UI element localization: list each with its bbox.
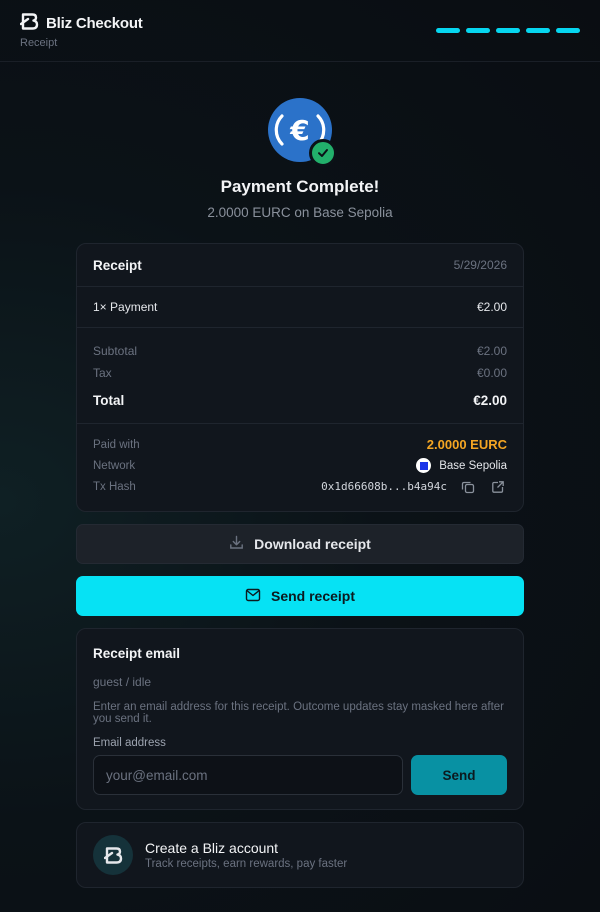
tx-hash-label: Tx Hash <box>93 480 136 493</box>
app-title: Bliz Checkout <box>46 15 143 32</box>
download-receipt-label: Download receipt <box>254 536 371 552</box>
subtotal-label: Subtotal <box>93 344 138 358</box>
paid-with-label: Paid with <box>93 438 140 451</box>
tx-hash: 0x1d66608b...b4a94c <box>321 478 507 496</box>
line-item: 1× Payment €2.00 <box>77 287 523 328</box>
mail-icon <box>245 588 261 605</box>
network-row: Network Base Sepolia <box>93 455 507 476</box>
tax-row: Tax €0.00 <box>93 362 507 384</box>
create-account-title: Create a Bliz account <box>145 840 279 856</box>
create-account-subtitle: Track receipts, earn rewards, pay faster <box>145 858 348 870</box>
total-row: Total €2.00 <box>93 393 507 408</box>
receipt-email-card: Receipt email guest / idle Enter an emai… <box>76 628 524 810</box>
send-receipt-button[interactable]: Send receipt <box>76 576 524 616</box>
app-header: Bliz Checkout Receipt <box>0 0 600 62</box>
send-receipt-label: Send receipt <box>270 588 356 604</box>
email-form: Send <box>93 755 507 795</box>
network-value: Base Sepolia <box>416 458 507 473</box>
total-label: Total <box>93 393 125 408</box>
total-value: €2.00 <box>473 393 507 408</box>
check-icon <box>309 139 337 167</box>
create-account-text: Create a Bliz account Track receipts, ea… <box>145 840 347 870</box>
receipt-email-title: Receipt email <box>93 646 181 661</box>
subtotal-value: €2.00 <box>476 344 507 358</box>
network-label: Network <box>93 459 136 472</box>
receipt-title: Receipt <box>93 257 142 273</box>
progress-step <box>526 28 550 33</box>
progress-step <box>556 28 580 33</box>
tx-hash-row: Tx Hash 0x1d66608b...b4a94c <box>93 476 507 497</box>
progress-step <box>436 28 460 33</box>
app-subtitle: Receipt <box>20 36 58 49</box>
email-status: guest / idle <box>93 675 152 689</box>
base-network-icon <box>416 458 432 473</box>
email-description: Enter an email address for this receipt.… <box>93 701 505 725</box>
progress-step <box>466 28 490 33</box>
network-name: Base Sepolia <box>439 459 507 472</box>
payment-status: € Payment Complete! 2.0000 EURC on Base … <box>0 97 600 220</box>
receipt-card: Receipt 5/29/2026 1× Payment €2.00 Subto… <box>76 243 524 512</box>
tx-hash-value: 0x1d66608b...b4a94c <box>321 480 447 493</box>
brand: Bliz Checkout Receipt <box>19 12 143 49</box>
progress-steps <box>436 28 580 33</box>
receipt-date: 5/29/2026 <box>453 258 507 272</box>
email-field-label: Email address <box>93 737 166 749</box>
send-email-button[interactable]: Send <box>411 755 507 795</box>
progress-step <box>496 28 520 33</box>
line-item-amount: €2.00 <box>476 300 507 314</box>
tax-value: €0.00 <box>476 366 507 380</box>
download-receipt-button[interactable]: Download receipt <box>76 524 524 564</box>
email-input[interactable] <box>93 755 403 795</box>
paid-with-value: 2.0000 EURC <box>426 437 507 452</box>
subtotal-row: Subtotal €2.00 <box>93 340 507 362</box>
euro-coin-icon: € <box>267 97 337 167</box>
line-item-label: 1× Payment <box>93 300 158 314</box>
bliz-logo-icon <box>19 12 39 35</box>
download-icon <box>229 535 244 553</box>
copy-icon[interactable] <box>459 478 477 496</box>
create-account-card[interactable]: Create a Bliz account Track receipts, ea… <box>76 822 524 888</box>
payment-details: Paid with 2.0000 EURC Network Base Sepol… <box>77 424 523 497</box>
receipt-totals: Subtotal €2.00 Tax €0.00 Total €2.00 <box>77 328 523 424</box>
tax-label: Tax <box>93 366 112 380</box>
paid-with-row: Paid with 2.0000 EURC <box>93 434 507 455</box>
svg-text:€: € <box>289 114 309 147</box>
external-link-icon[interactable] <box>489 478 507 496</box>
bliz-logo-icon <box>93 835 133 875</box>
payment-summary: 2.0000 EURC on Base Sepolia <box>207 205 393 220</box>
receipt-header: Receipt 5/29/2026 <box>77 244 523 287</box>
page-title: Payment Complete! <box>220 177 380 196</box>
